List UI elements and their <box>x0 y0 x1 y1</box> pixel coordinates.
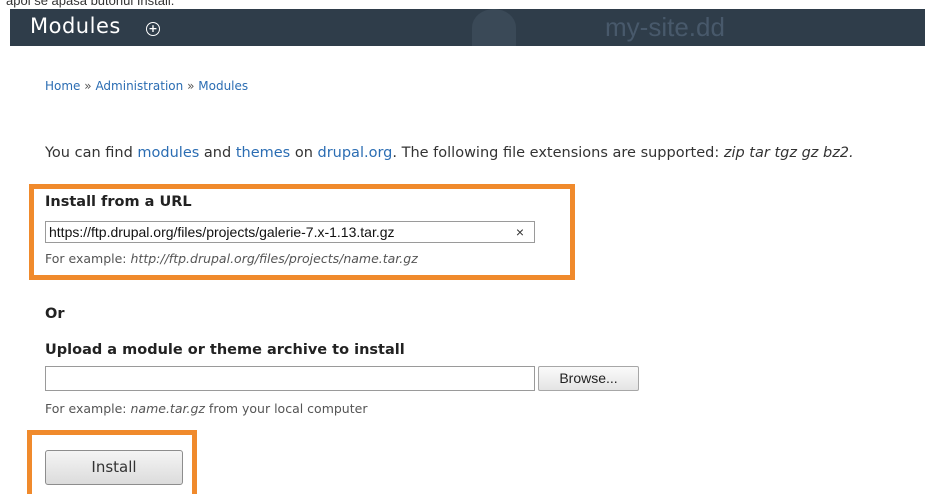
intro-suffix: . The following file extensions are supp… <box>392 145 724 161</box>
install-url-value: https://ftp.drupal.org/files/projects/ga… <box>49 224 395 240</box>
hint-example: http://ftp.drupal.org/files/projects/nam… <box>130 251 418 266</box>
install-url-input[interactable]: https://ftp.drupal.org/files/projects/ga… <box>45 221 535 243</box>
or-label: Or <box>45 306 65 322</box>
hint-example: name.tar.gz <box>130 401 205 416</box>
clear-icon[interactable]: × <box>516 222 524 242</box>
install-url-hint: For example: http://ftp.drupal.org/files… <box>45 251 418 266</box>
site-name: my-site.dd <box>605 12 725 42</box>
intro-on: on <box>290 145 318 161</box>
themes-link[interactable]: themes <box>236 145 290 161</box>
drupal-org-link[interactable]: drupal.org <box>318 145 393 161</box>
page-title: Modules <box>30 14 121 38</box>
breadcrumb-separator: » <box>187 79 195 93</box>
intro-prefix: You can find <box>45 145 138 161</box>
hint-prefix: For example: <box>45 251 131 266</box>
supported-extensions: zip tar tgz gz bz2. <box>723 145 854 161</box>
breadcrumb-home[interactable]: Home <box>45 79 80 93</box>
modules-link[interactable]: modules <box>137 145 199 161</box>
intro-text: You can find modules and themes on drupa… <box>45 145 854 161</box>
caption-strip: apoi se apasă butonul Install. <box>0 0 925 9</box>
breadcrumb-separator: » <box>84 79 92 93</box>
breadcrumb-modules[interactable]: Modules <box>198 79 248 93</box>
hint-suffix: from your local computer <box>204 401 368 416</box>
page-header: Modules + my-site.dd <box>10 9 925 46</box>
upload-hint: For example: name.tar.gz from your local… <box>45 401 367 416</box>
install-button[interactable]: Install <box>45 450 183 485</box>
breadcrumb: Home » Administration » Modules <box>45 79 248 93</box>
breadcrumb-administration[interactable]: Administration <box>95 79 183 93</box>
drupal-logo-icon <box>472 9 516 46</box>
hint-prefix: For example: <box>45 401 131 416</box>
browse-button[interactable]: Browse... <box>538 366 639 391</box>
upload-file-input[interactable] <box>45 366 535 391</box>
caption-text: apoi se apasă butonul Install. <box>6 0 175 8</box>
install-url-label: Install from a URL <box>45 194 192 210</box>
intro-and: and <box>199 145 236 161</box>
upload-label: Upload a module or theme archive to inst… <box>45 342 405 358</box>
add-shortcut-icon[interactable]: + <box>146 22 160 36</box>
